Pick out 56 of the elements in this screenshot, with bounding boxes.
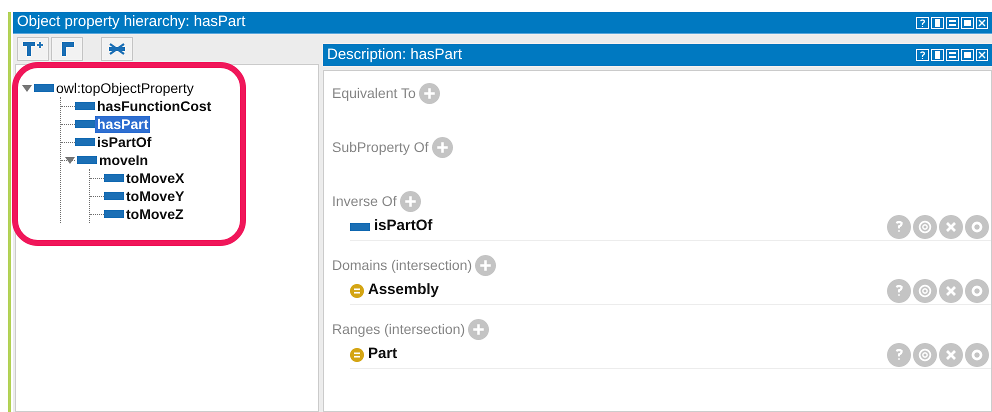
property-icon: [75, 138, 95, 146]
tree-item[interactable]: hasFunctionCost: [95, 98, 214, 114]
entity-name: isPartOf: [374, 216, 432, 236]
expand-toggle-icon[interactable]: [22, 83, 32, 93]
annotation-icon[interactable]: [913, 278, 937, 302]
property-icon: [77, 156, 97, 164]
property-icon: [75, 102, 95, 110]
delete-icon[interactable]: [939, 214, 963, 238]
edit-icon[interactable]: [965, 278, 989, 302]
window-controls-icon: [916, 16, 988, 28]
expand-toggle-icon[interactable]: [65, 155, 75, 165]
property-icon: [104, 210, 124, 218]
add-icon[interactable]: [418, 82, 440, 104]
add-icon[interactable]: [432, 136, 452, 158]
class-icon: [350, 284, 364, 298]
add-subproperty-button[interactable]: [17, 37, 49, 61]
delete-cross-icon: [108, 42, 126, 56]
help-icon[interactable]: [887, 278, 911, 302]
property-icon: [104, 192, 124, 200]
property-icon: [350, 222, 370, 230]
edit-icon[interactable]: [965, 214, 989, 238]
panel-title: Object property hierarchy: hasPart: [17, 12, 246, 32]
help-icon[interactable]: [887, 214, 911, 238]
tree-item[interactable]: owl:topObjectProperty: [54, 80, 196, 96]
tree-item[interactable]: moveIn: [97, 152, 150, 168]
window-controls-icon: [916, 49, 988, 61]
add-icon[interactable]: [475, 254, 496, 276]
add-icon[interactable]: [468, 318, 490, 340]
tree-item[interactable]: isPartOf: [95, 134, 154, 150]
delete-icon[interactable]: [939, 342, 963, 366]
section-label: SubProperty Of: [332, 138, 428, 157]
panel-title: Description: hasPart: [327, 44, 462, 65]
help-icon[interactable]: [887, 342, 911, 366]
property-icon: [75, 120, 95, 128]
section-label: Equivalent To: [332, 84, 416, 103]
tree-item[interactable]: hasPart: [95, 116, 150, 132]
delete-property-button[interactable]: [101, 37, 133, 61]
section-label: Ranges (intersection): [332, 320, 466, 339]
section-label: Inverse Of: [332, 192, 397, 210]
annotation-icon[interactable]: [913, 214, 937, 238]
add-icon[interactable]: [400, 190, 421, 212]
property-icon: [34, 84, 54, 92]
add-sibling-icon: [60, 42, 74, 56]
section-label: Domains (intersection): [332, 256, 472, 275]
tree-item[interactable]: toMoveX: [124, 170, 186, 186]
edit-icon[interactable]: [965, 342, 989, 366]
property-icon: [104, 174, 124, 182]
add-sibling-button[interactable]: [51, 37, 83, 61]
annotation-icon[interactable]: [913, 342, 937, 366]
entity-name: Part: [368, 344, 398, 364]
tree-item[interactable]: toMoveY: [124, 188, 186, 204]
class-icon: [350, 348, 364, 362]
tree-item[interactable]: toMoveZ: [124, 206, 186, 222]
add-child-icon: [23, 42, 43, 56]
entity-name: Assembly: [368, 280, 439, 300]
delete-icon[interactable]: [939, 278, 963, 302]
